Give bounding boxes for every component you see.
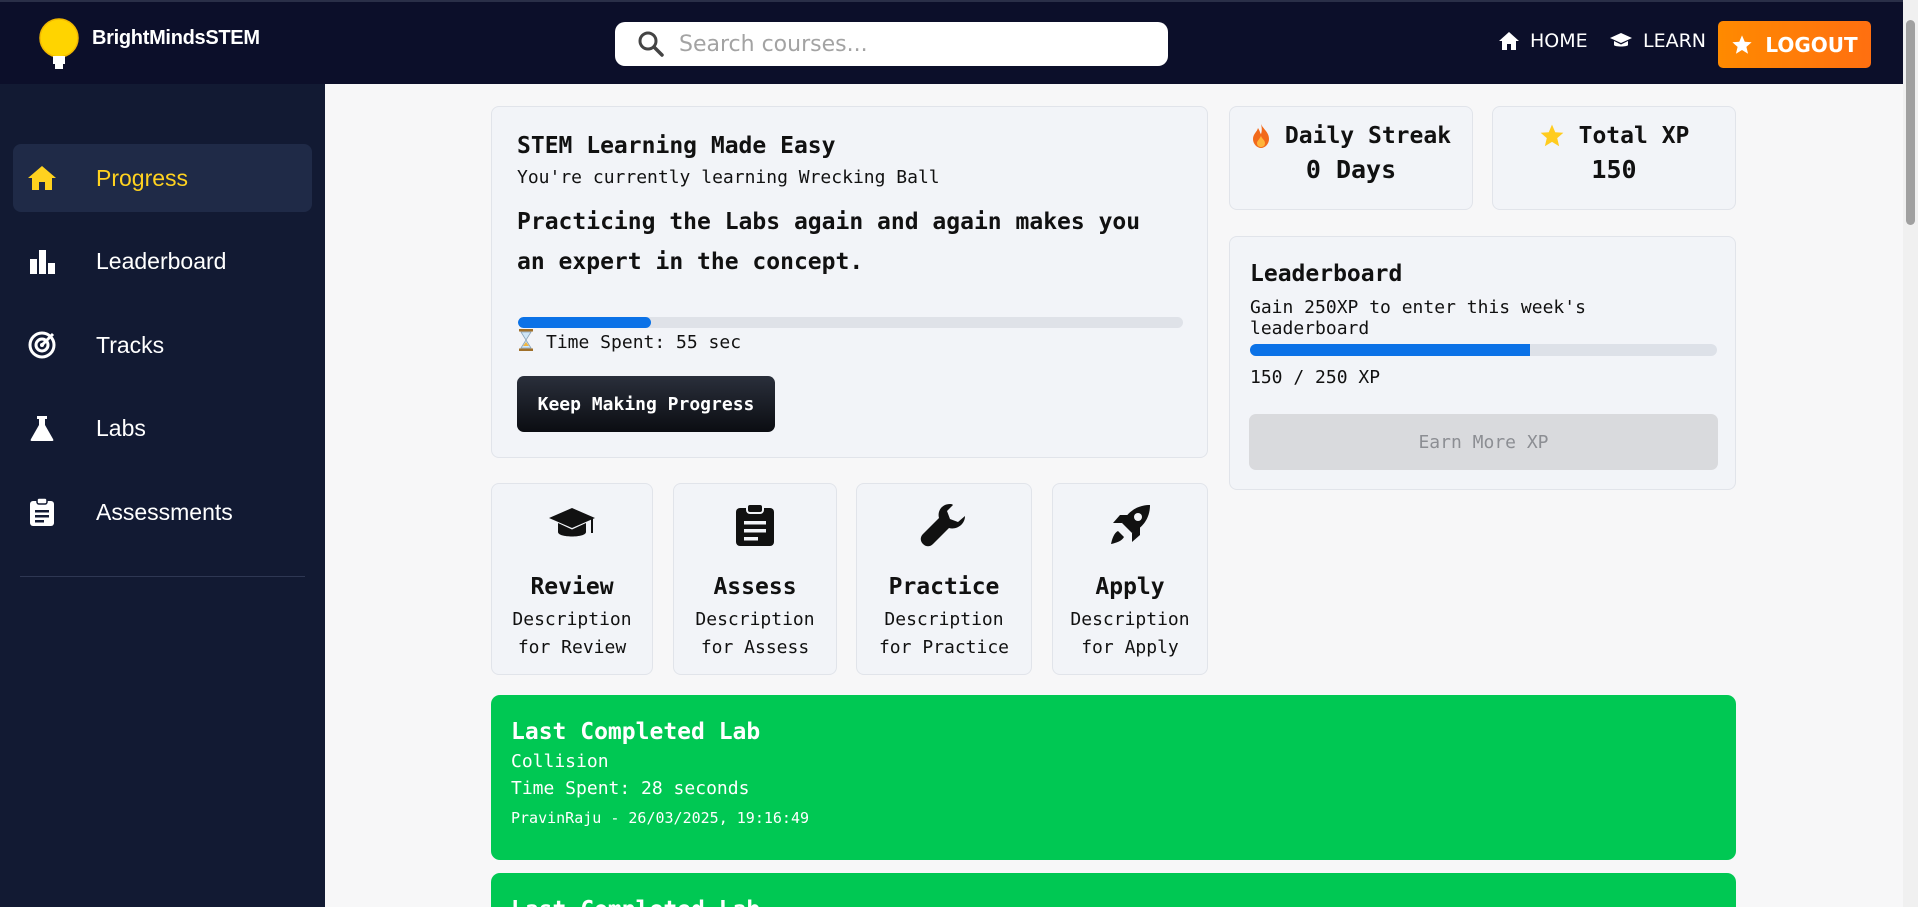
flask-icon — [27, 413, 57, 443]
home-icon — [27, 163, 57, 193]
daily-streak-card: Daily Streak 0 Days — [1229, 106, 1473, 210]
tile-title: Review — [530, 574, 614, 600]
target-icon — [27, 330, 57, 360]
sidebar-item-label: Progress — [96, 164, 189, 191]
hourglass-icon — [518, 329, 534, 356]
xp-title: Total XP — [1578, 123, 1690, 149]
search-bar[interactable] — [615, 22, 1168, 66]
lightbulb-icon — [36, 16, 82, 72]
course-progress-fill — [518, 317, 651, 328]
star-icon — [1540, 124, 1563, 147]
sidebar-item-label: Leaderboard — [96, 247, 227, 274]
sidebar-item-assessments[interactable]: Assessments — [13, 478, 312, 546]
graduation-cap-icon — [1610, 33, 1632, 47]
sidebar-item-label: Tracks — [96, 331, 165, 358]
sidebar-item-labs[interactable]: Labs — [13, 394, 312, 462]
scrollbar-thumb[interactable] — [1906, 20, 1915, 225]
nav-learn-link[interactable]: LEARN — [1609, 30, 1706, 52]
logout-label: LOGOUT — [1765, 32, 1858, 57]
top-bar: BrightMindsSTEM HOME LEARN LOGOUT — [0, 0, 1918, 84]
learning-card: STEM Learning Made Easy You're currently… — [491, 106, 1208, 458]
clipboard-icon — [27, 497, 57, 527]
time-spent: Time Spent: 55 sec — [518, 329, 741, 356]
course-progress-bar — [518, 317, 1183, 328]
sidebar: Progress Leaderboard Tracks Labs Assessm… — [0, 84, 325, 907]
sidebar-divider — [20, 576, 305, 577]
xp-progress-fill — [1250, 344, 1531, 356]
graduation-cap-icon — [492, 500, 652, 550]
star-icon — [1732, 34, 1752, 54]
tile-apply[interactable]: Apply Description for Apply — [1052, 483, 1208, 675]
search-icon — [638, 31, 664, 57]
fire-icon — [1252, 124, 1269, 148]
current-course: You're currently learning Wrecking Ball — [517, 167, 940, 188]
lab-time-spent: Time Spent: 28 seconds — [511, 778, 750, 799]
sidebar-item-leaderboard[interactable]: Leaderboard — [13, 227, 312, 295]
tile-assess[interactable]: Assess Description for Assess — [673, 483, 837, 675]
brand-logo[interactable]: BrightMindsSTEM — [36, 16, 260, 72]
leaderboard-title: Leaderboard — [1250, 261, 1403, 287]
keep-progress-button[interactable]: Keep Making Progress — [517, 376, 775, 432]
wrench-icon — [857, 500, 1031, 550]
clipboard-icon — [674, 500, 836, 550]
home-icon — [1499, 32, 1519, 50]
tile-desc: Description for Review — [512, 609, 632, 658]
logout-button[interactable]: LOGOUT — [1718, 21, 1871, 68]
tile-title: Practice — [888, 574, 1000, 600]
sidebar-item-label: Labs — [96, 414, 146, 441]
learning-title: STEM Learning Made Easy — [517, 133, 836, 159]
total-xp-card: Total XP 150 — [1492, 106, 1736, 210]
last-completed-lab-card[interactable]: Last Completed Lab — [491, 873, 1736, 907]
streak-title: Daily Streak — [1284, 123, 1452, 149]
lab-title: Last Completed Lab — [511, 719, 761, 745]
lab-title: Last Completed Lab — [511, 897, 1716, 907]
nav-home-link[interactable]: HOME — [1498, 30, 1588, 52]
earn-more-xp-button[interactable]: Earn More XP — [1249, 414, 1718, 470]
sidebar-item-progress[interactable]: Progress — [13, 144, 312, 212]
tile-desc: Description for Practice — [878, 609, 1010, 658]
sidebar-item-tracks[interactable]: Tracks — [13, 311, 312, 379]
lab-name: Collision — [511, 751, 609, 772]
leaderboard-card: Leaderboard Gain 250XP to enter this wee… — [1229, 236, 1736, 490]
tile-desc: Description for Apply — [1070, 609, 1190, 658]
xp-value: 150 — [1591, 155, 1637, 184]
tile-title: Apply — [1095, 574, 1165, 600]
sidebar-item-label: Assessments — [96, 498, 233, 525]
rocket-icon — [1053, 500, 1207, 550]
nav-learn-label: LEARN — [1643, 30, 1707, 52]
search-input[interactable] — [679, 31, 1139, 57]
xp-count: 150 / 250 XP — [1250, 367, 1381, 388]
nav-home-label: HOME — [1530, 30, 1588, 52]
bar-chart-icon — [27, 246, 57, 276]
time-spent-text: Time Spent: 55 sec — [546, 332, 742, 353]
tile-review[interactable]: Review Description for Review — [491, 483, 653, 675]
motivation-quote: Practicing the Labs again and again make… — [517, 209, 1141, 275]
brand-name: BrightMindsSTEM — [92, 26, 260, 49]
leaderboard-subtitle: Gain 250XP to enter this week's leaderbo… — [1250, 297, 1586, 339]
last-completed-lab-card[interactable]: Last Completed Lab Collision Time Spent:… — [491, 695, 1736, 860]
lab-meta: PravinRaju - 26/03/2025, 19:16:49 — [511, 809, 810, 827]
streak-value: 0 Days — [1305, 155, 1397, 184]
tile-practice[interactable]: Practice Description for Practice — [856, 483, 1032, 675]
xp-progress-bar — [1250, 344, 1717, 356]
tile-title: Assess — [713, 574, 797, 600]
tile-desc: Description for Assess — [695, 609, 815, 658]
